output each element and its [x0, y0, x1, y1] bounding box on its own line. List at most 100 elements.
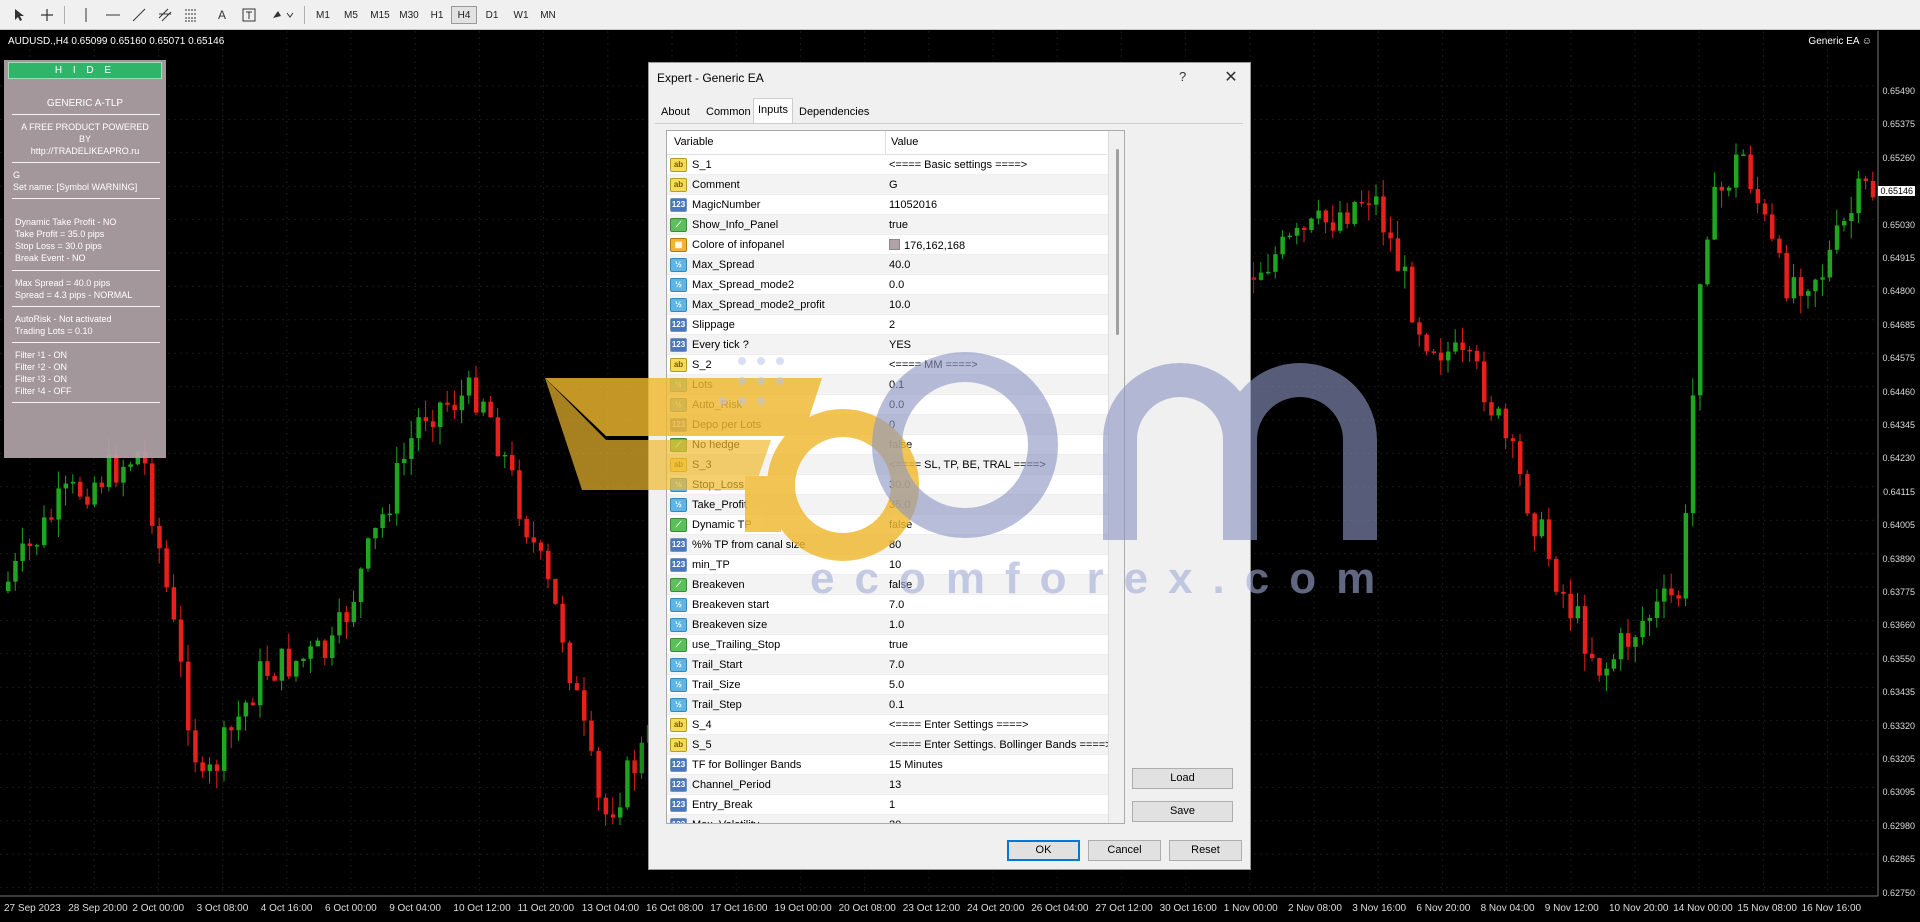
load-button[interactable]: Load — [1132, 768, 1233, 789]
column-variable[interactable]: Variable — [674, 136, 714, 148]
input-row[interactable]: ½ Lots 0.1 — [667, 375, 1108, 395]
text-label-icon[interactable] — [240, 5, 258, 25]
input-row[interactable]: ⟋ Dynamic TP false — [667, 515, 1108, 535]
input-row[interactable]: ⟋ Show_Info_Panel true — [667, 215, 1108, 235]
variable-value[interactable]: 7.0 — [889, 599, 904, 611]
input-row[interactable]: ½ Auto_Risk 0.0 — [667, 395, 1108, 415]
input-row[interactable]: ½ Max_Spread 40.0 — [667, 255, 1108, 275]
input-row[interactable]: 123 MagicNumber 11052016 — [667, 195, 1108, 215]
vertical-line-icon[interactable] — [78, 5, 94, 25]
tab-common[interactable]: Common — [702, 101, 755, 123]
input-row[interactable]: ½ Breakeven size 1.0 — [667, 615, 1108, 635]
variable-value[interactable]: <==== Basic settings ====> — [889, 159, 1027, 171]
input-row[interactable]: ½ Max_Spread_mode2_profit 10.0 — [667, 295, 1108, 315]
input-row[interactable]: ½ Trail_Start 7.0 — [667, 655, 1108, 675]
variable-value[interactable]: 0.0 — [889, 279, 904, 291]
variable-value[interactable]: 10 — [889, 559, 901, 571]
help-icon[interactable]: ? — [1179, 69, 1186, 84]
tab-about[interactable]: About — [657, 101, 694, 123]
input-row[interactable]: 123 %% TP from canal size 80 — [667, 535, 1108, 555]
input-row[interactable]: 123 Max_Volatility 20 — [667, 815, 1108, 823]
shapes-dropdown-icon[interactable] — [270, 5, 296, 25]
variable-value[interactable]: 1.0 — [889, 619, 904, 631]
cursor-tool-icon[interactable] — [10, 5, 28, 25]
variable-value[interactable]: true — [889, 639, 908, 651]
variable-value[interactable]: false — [889, 579, 912, 591]
variable-value[interactable]: false — [889, 439, 912, 451]
ok-button[interactable]: OK — [1007, 840, 1080, 861]
column-value[interactable]: Value — [891, 136, 918, 148]
variable-value[interactable]: 30.0 — [889, 479, 910, 491]
input-row[interactable]: 123 min_TP 10 — [667, 555, 1108, 575]
timeframe-h4[interactable]: H4 — [451, 6, 477, 24]
input-row[interactable]: ▦ Colore of infopanel 176,162,168 — [667, 235, 1108, 255]
text-tool-icon[interactable]: A — [214, 5, 230, 25]
input-row[interactable]: ½ Max_Spread_mode2 0.0 — [667, 275, 1108, 295]
tab-inputs[interactable]: Inputs — [753, 98, 793, 124]
fibonacci-icon[interactable] — [182, 5, 200, 25]
timeframe-m30[interactable]: M30 — [396, 6, 422, 24]
input-row[interactable]: ⟋ use_Trailing_Stop true — [667, 635, 1108, 655]
timeframe-d1[interactable]: D1 — [479, 6, 505, 24]
input-row[interactable]: 123 Entry_Break 1 — [667, 795, 1108, 815]
variable-value[interactable]: 11052016 — [889, 199, 937, 211]
timeframe-w1[interactable]: W1 — [508, 6, 534, 24]
variable-value[interactable]: 176,162,168 — [889, 239, 965, 252]
input-row[interactable]: ab S_3 <==== SL, TP, BE, TRAL ====> — [667, 455, 1108, 475]
variable-value[interactable]: 0 — [889, 419, 895, 431]
variable-value[interactable]: 1 — [889, 799, 895, 811]
input-row[interactable]: ⟋ Breakeven false — [667, 575, 1108, 595]
color-swatch[interactable] — [889, 239, 900, 250]
variable-value[interactable]: 40.0 — [889, 259, 910, 271]
input-row[interactable]: ab Comment G — [667, 175, 1108, 195]
input-row[interactable]: ½ Take_Profit 35.0 — [667, 495, 1108, 515]
variable-value[interactable]: 7.0 — [889, 659, 904, 671]
hide-panel-button[interactable]: H I D E — [8, 62, 162, 79]
input-row[interactable]: ½ Breakeven start 7.0 — [667, 595, 1108, 615]
trendline-icon[interactable] — [130, 5, 148, 25]
channel-icon[interactable] — [156, 5, 174, 25]
variable-value[interactable]: 13 — [889, 779, 901, 791]
variable-value[interactable]: false — [889, 519, 912, 531]
table-scrollbar[interactable] — [1108, 131, 1124, 823]
input-row[interactable]: ½ Stop_Loss 30.0 — [667, 475, 1108, 495]
close-icon[interactable]: ✕ — [1220, 67, 1242, 87]
input-row[interactable]: ⟋ No hedge false — [667, 435, 1108, 455]
variable-value[interactable]: YES — [889, 339, 911, 351]
tab-dependencies[interactable]: Dependencies — [795, 101, 873, 123]
input-row[interactable]: 123 Slippage 2 — [667, 315, 1108, 335]
variable-value[interactable]: 5.0 — [889, 679, 904, 691]
variable-value[interactable]: <==== MM ====> — [889, 359, 978, 371]
timeframe-m1[interactable]: M1 — [310, 6, 336, 24]
input-row[interactable]: ab S_5 <==== Enter Settings. Bollinger Ban… — [667, 735, 1112, 755]
scrollbar-thumb[interactable] — [1116, 149, 1119, 335]
variable-value[interactable]: 0.0 — [889, 399, 904, 411]
variable-value[interactable]: true — [889, 219, 908, 231]
save-button[interactable]: Save — [1132, 801, 1233, 822]
variable-value[interactable]: <==== SL, TP, BE, TRAL ====> — [889, 459, 1046, 471]
variable-value[interactable]: 15 Minutes — [889, 759, 943, 771]
input-row[interactable]: 123 Every tick ? YES — [667, 335, 1108, 355]
cancel-button[interactable]: Cancel — [1088, 840, 1161, 861]
variable-value[interactable]: 2 — [889, 319, 895, 331]
expert-advisor-label[interactable]: Generic EA ☺ — [1808, 36, 1872, 47]
input-row[interactable]: ½ Trail_Size 5.0 — [667, 675, 1108, 695]
variable-value[interactable]: <==== Enter Settings ====> — [889, 719, 1028, 731]
variable-value[interactable]: 20 — [889, 819, 901, 823]
powered-link[interactable]: http://TRADELIKEAPRO.ru — [4, 146, 166, 156]
variable-value[interactable]: 80 — [889, 539, 901, 551]
variable-value[interactable]: <==== Enter Settings. Bollinger Bands ==… — [889, 739, 1112, 751]
variable-value[interactable]: 0.1 — [889, 699, 904, 711]
input-row[interactable]: ½ Trail_Step 0.1 — [667, 695, 1108, 715]
input-row[interactable]: ab S_1 <==== Basic settings ====> — [667, 155, 1108, 175]
timeframe-m5[interactable]: M5 — [338, 6, 364, 24]
reset-button[interactable]: Reset — [1169, 840, 1242, 861]
input-row[interactable]: ab S_2 <==== MM ====> — [667, 355, 1108, 375]
variable-value[interactable]: 35.0 — [889, 499, 910, 511]
crosshair-tool-icon[interactable] — [38, 5, 56, 25]
variable-value[interactable]: G — [889, 179, 898, 191]
timeframe-m15[interactable]: M15 — [367, 6, 393, 24]
input-row[interactable]: 123 TF for Bollinger Bands 15 Minutes — [667, 755, 1108, 775]
variable-value[interactable]: 0.1 — [889, 379, 904, 391]
variable-value[interactable]: 10.0 — [889, 299, 910, 311]
